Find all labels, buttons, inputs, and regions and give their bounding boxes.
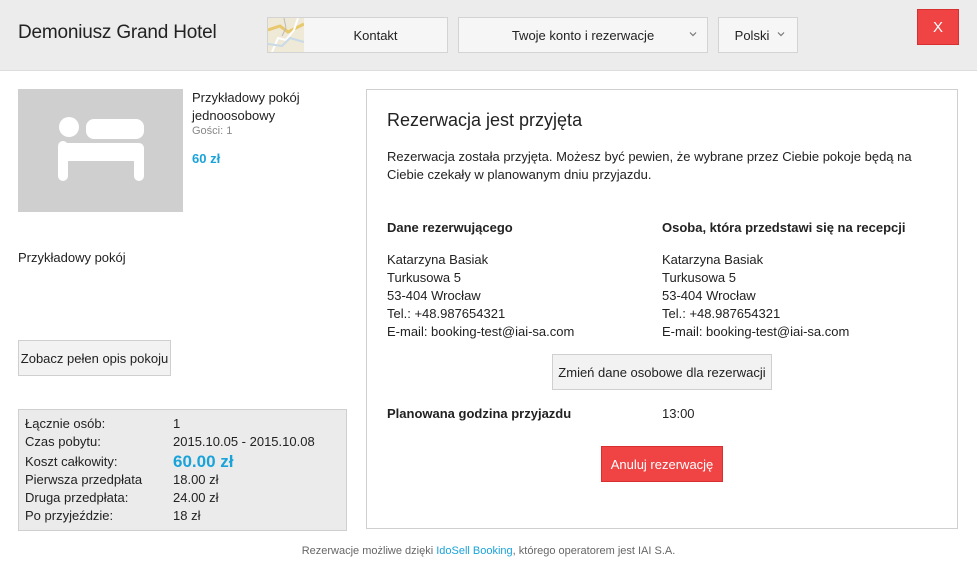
summary-label: Koszt całkowity: (25, 454, 118, 469)
idosell-link[interactable]: IdoSell Booking (436, 545, 512, 557)
booker-phone: Tel.: +48.987654321 (387, 306, 506, 321)
confirmation-message: Rezerwacja została przyjęta. Możesz być … (387, 149, 912, 182)
guest-phone: Tel.: +48.987654321 (662, 306, 781, 321)
summary-value: 24.00 zł (173, 490, 219, 505)
booker-city: 53-404 Wrocław (387, 288, 481, 303)
footer: Rezerwacje możliwe dzięki IdoSell Bookin… (0, 545, 977, 557)
language-label: Polski (734, 27, 770, 43)
booking-summary: Łącznie osób: 1 Czas pobytu: 2015.10.05 … (18, 409, 347, 531)
summary-row-persons: Łącznie osób: 1 (25, 415, 340, 433)
summary-row-stay: Czas pobytu: 2015.10.05 - 2015.10.08 (25, 433, 340, 451)
booker-street: Turkusowa 5 (387, 270, 461, 285)
summary-label: Łącznie osób: (25, 416, 106, 431)
booker-email: E-mail: booking-test@iai-sa.com (387, 324, 575, 339)
bed-icon (58, 117, 144, 181)
cancel-reservation-button[interactable]: Anuluj rezerwację (601, 446, 723, 482)
guest-email: E-mail: booking-test@iai-sa.com (662, 324, 850, 339)
summary-row-total: Koszt całkowity: 60.00 zł (25, 451, 340, 471)
contact-label: Kontakt (353, 27, 398, 43)
guest-city: 53-404 Wrocław (662, 288, 756, 303)
footer-suffix: , którego operatorem jest IAI S.A. (512, 545, 676, 557)
room-photo (18, 89, 183, 212)
summary-label: Czas pobytu: (25, 434, 101, 449)
chevron-down-icon (689, 32, 697, 37)
room-details-button[interactable]: Zobacz pełen opis pokoju (18, 340, 171, 376)
hotel-name[interactable]: Demoniusz Grand Hotel (18, 22, 217, 44)
summary-value: 2015.10.05 - 2015.10.08 (173, 434, 315, 449)
header: Demoniusz Grand Hotel Kontakt Twoje kont… (0, 0, 977, 71)
summary-row-second-prepayment: Druga przedpłata: 24.00 zł (25, 489, 340, 507)
change-personal-data-button[interactable]: Zmień dane osobowe dla rezerwacji (552, 354, 772, 390)
confirmation-panel: Rezerwacja jest przyjęta Rezerwacja zost… (366, 89, 958, 529)
room-description: Przykładowy pokój (18, 250, 126, 265)
summary-label: Pierwsza przedpłata (25, 472, 143, 487)
guest-heading: Osoba, która przedstawi się na recepcji (662, 220, 906, 235)
arrival-time-value: 13:00 (662, 406, 695, 421)
language-dropdown[interactable]: Polski (718, 17, 798, 53)
summary-row-on-arrival: Po przyjeździe: 18 zł (25, 507, 340, 525)
summary-row-first-prepayment: Pierwsza przedpłata 18.00 zł (25, 471, 340, 489)
summary-label: Po przyjeździe: (25, 508, 114, 523)
summary-value: 18 zł (173, 508, 201, 523)
contact-button[interactable]: Kontakt (267, 17, 448, 53)
guest-street: Turkusowa 5 (662, 270, 736, 285)
booker-name: Katarzyna Basiak (387, 252, 489, 267)
total-cost: 60.00 zł (173, 452, 234, 471)
summary-label: Druga przedpłata: (25, 490, 129, 505)
summary-value: 1 (173, 416, 181, 431)
account-dropdown[interactable]: Twoje konto i rezerwacje (458, 17, 708, 53)
confirmation-title: Rezerwacja jest przyjęta (387, 110, 583, 130)
footer-prefix: Rezerwacje możliwe dzięki (301, 545, 437, 557)
room-price: 60 zł (192, 151, 221, 166)
room-guests: Gości: 1 (192, 125, 233, 137)
chevron-down-icon (777, 32, 785, 37)
arrival-time-label: Planowana godzina przyjazdu (387, 406, 572, 421)
booker-details: Katarzyna Basiak Turkusowa 5 53-404 Wroc… (387, 251, 574, 341)
room-name: Przykładowy pokój jednoosobowy (192, 90, 300, 123)
close-button[interactable]: X (917, 9, 959, 45)
summary-value: 18.00 zł (173, 472, 219, 487)
close-icon: X (932, 18, 943, 36)
map-icon (267, 17, 305, 53)
guest-details: Katarzyna Basiak Turkusowa 5 53-404 Wroc… (662, 251, 849, 341)
guest-name: Katarzyna Basiak (662, 252, 764, 267)
booker-heading: Dane rezerwującego (387, 220, 513, 235)
account-label: Twoje konto i rezerwacje (511, 27, 655, 43)
